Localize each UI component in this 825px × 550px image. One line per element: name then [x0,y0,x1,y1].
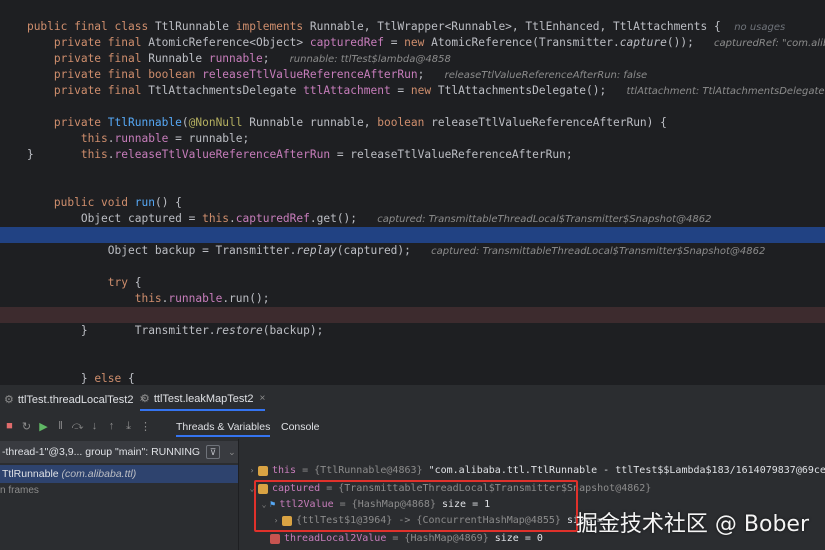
variable-row-threadlocal2value[interactable]: threadLocal2Value = {HashMap@4869} size … [270,531,543,547]
frame-package: (com.alibaba.ttl) [61,468,137,480]
thread-selector[interactable]: -thread-1"@3,9... group "main": RUNNING … [0,441,238,463]
code-line-4: private final boolean releaseTtlValueRef… [26,68,648,81]
variable-value: size = 0 [494,533,543,544]
chevron-down-icon[interactable]: ⌄ [228,441,236,463]
tab-label: ttlTest.threadLocalTest2 [17,394,134,406]
code-line-17: try { [26,276,142,289]
variable-type: = {HashMap@4869} [392,533,489,544]
debug-toolbar: ■ ↻ ▶ ‖ ⤼ ↓ ↑ ⤓ ⋮ [0,415,825,437]
step-out-icon[interactable]: ↑ [104,419,119,434]
close-icon[interactable]: × [260,388,266,410]
step-into-icon[interactable]: ↓ [87,419,102,434]
code-line-2: private final AtomicReference<Object> ca… [0,19,825,49]
code-line-20-breakpoint: Transmitter.restore(backup); [0,307,825,337]
variable-value: "com.alibaba.ttl.TtlRunnable - ttlTest$$… [428,465,825,476]
tab-label: ttlTest.leakMapTest2 [153,393,254,405]
variable-row-this[interactable]: › this = {TtlRunnable@4863} "com.alibaba… [246,463,825,479]
panel-divider[interactable] [238,439,239,550]
code-line-7: private TtlRunnable(@NonNull Runnable ru… [26,116,667,129]
bug-icon: ⚙ [140,393,150,405]
chevron-right-icon[interactable]: › [246,463,258,479]
watermark: 掘金技术社区 @ Bober [575,512,809,537]
code-line-10: } [0,148,34,161]
funnel-icon[interactable]: ⊽ [206,445,221,459]
field-icon [270,534,280,544]
bug-icon: ⚙ [4,394,14,406]
code-line-14: if (captured != null && (!this.releaseTt… [0,211,825,241]
stack-frame-selected[interactable]: TtlRunnable (com.alibaba.ttl) [0,465,238,483]
variable-name: threadLocal2Value [284,533,387,544]
inline-value-hint: ttlAttachment: TtlAttachmentsDelegate@48… [626,86,825,97]
run-to-cursor-icon[interactable]: ⤓ [121,419,136,434]
frame-method: TtlRunnable [2,468,59,480]
code-line-3: private final Runnable runnable; runnabl… [26,52,451,65]
resume-icon[interactable]: ▶ [36,419,51,434]
code-line-9: this.releaseTtlValueReferenceAfterRun = … [26,148,573,161]
code-line-12: public void run() { [26,196,182,209]
field-icon [258,466,268,476]
tab-leakmaptest2[interactable]: ⚙ ttlTest.leakMapTest2 × [140,388,266,411]
tab-threads-variables[interactable]: Threads & Variables [176,417,271,437]
more-icon[interactable]: ⋮ [138,419,153,434]
code-line-8: this.runnable = runnable; [26,132,250,145]
code-line-5: private final TtlAttachmentsDelegate ttl… [0,67,825,97]
annotation-highlight-box [254,480,578,532]
frames-note: n frames [0,485,39,496]
step-over-icon[interactable]: ⤼ [70,419,85,434]
pause-icon[interactable]: ‖ [53,419,68,434]
code-line-13: Object captured = this.capturedRef.get()… [26,212,712,225]
rerun-icon[interactable]: ↻ [19,419,34,434]
code-line-18: this.runnable.run(); [26,292,270,305]
code-line-19: } finally { [0,291,825,321]
code-line-15-execution-point: Object backup = Transmitter.replay(captu… [0,227,825,257]
tab-console[interactable]: Console [281,417,320,437]
debug-session-tabs: ⚙ ttlTest.threadLocalTest2 × ⚙ ttlTest.l… [0,389,825,411]
thread-status: -thread-1"@3,9... group "main": RUNNING [2,446,201,458]
inline-value-hint: captured: TransmittableThreadLocal$Trans… [431,246,766,257]
code-line-23: } else { [26,372,135,384]
stop-icon[interactable]: ■ [2,419,17,434]
code-editor[interactable]: public final class TtlRunnable implement… [0,0,825,384]
tab-threadlocaltest2[interactable]: ⚙ ttlTest.threadLocalTest2 × [4,389,145,411]
code-line-1: public final class TtlRunnable implement… [26,20,786,33]
variable-name: this [272,465,297,476]
code-line-24: throw new IllegalStateException("TTL val… [0,371,825,384]
variable-type: = {TtlRunnable@4863} [302,465,423,476]
code-line-21: } [0,324,88,337]
